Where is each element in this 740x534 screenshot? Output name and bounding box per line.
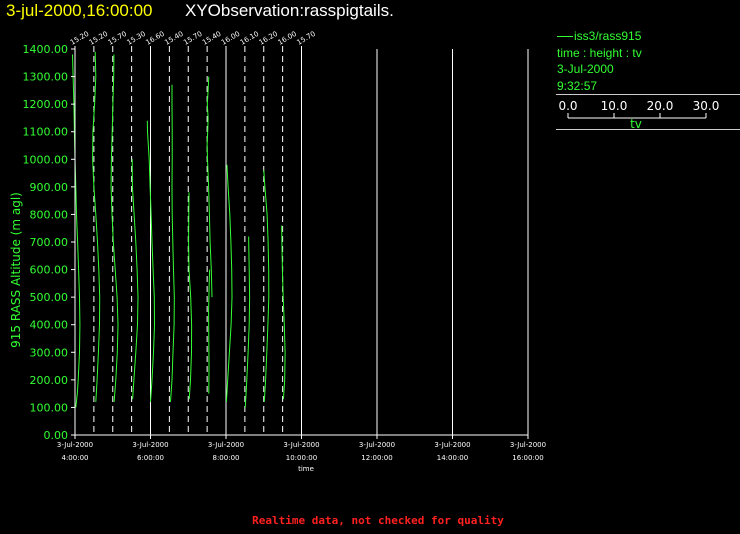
- x-tick-date-0: 3-Jul-2000: [57, 441, 93, 449]
- y-tick-label-4: 400.00: [30, 319, 69, 332]
- y-tick-label-11: 1100.00: [23, 126, 69, 139]
- profile-line-7: [208, 269, 211, 394]
- y-axis-ticks: 0.00100.00200.00300.00400.00500.00600.00…: [23, 43, 75, 442]
- y-tick-label-2: 200.00: [30, 374, 69, 387]
- x-tick-time-4: 12:00:00: [361, 454, 392, 462]
- y-tick-label-9: 900.00: [30, 181, 69, 194]
- base-label-1: 15.20: [88, 30, 109, 47]
- profile-line-10: [244, 236, 251, 408]
- base-label-10: 16.20: [258, 30, 279, 47]
- base-label-8: 16.00: [220, 30, 241, 47]
- legend-series-label: iss3/rass915: [574, 29, 642, 43]
- x-tick-date-5: 3-Jul-2000: [434, 441, 470, 449]
- y-tick-label-5: 500.00: [30, 291, 69, 304]
- profile-line-11: [263, 170, 270, 402]
- y-tick-label-1: 100.00: [30, 401, 69, 414]
- profile-line-5: [170, 84, 175, 402]
- y-tick-label-7: 700.00: [30, 236, 69, 249]
- legend-scale-tick-0: 0.0: [558, 99, 577, 113]
- y-tick-label-8: 800.00: [30, 208, 69, 221]
- x-tick-time-6: 16:00:00: [512, 454, 543, 462]
- legend-scale: 0.0 10.0 20.0 30.0 tv: [556, 95, 740, 131]
- legend-scale-tick-10: 10.0: [601, 99, 628, 113]
- base-label-11: 16.00: [277, 30, 298, 47]
- base-label-5: 15.40: [163, 30, 184, 47]
- y-tick-label-12: 1200.00: [23, 98, 69, 111]
- x-tick-time-0: 4:00:00: [62, 454, 89, 462]
- x-tick-date-2: 3-Jul-2000: [208, 441, 244, 449]
- x-tick-time-1: 6:00:00: [137, 454, 164, 462]
- x-tick-date-3: 3-Jul-2000: [283, 441, 319, 449]
- base-label-3: 15.30: [126, 30, 147, 47]
- profile-base-labels: 15.2015.2015.7015.3016.6015.4015.7015.40…: [69, 30, 317, 47]
- profile-line-0: [72, 54, 81, 408]
- y-tick-label-6: 600.00: [30, 264, 69, 277]
- x-axis-ticks: 3-Jul-2000 4:00:00 3-Jul-2000 6:00:00 3-Jul-…: [57, 435, 546, 462]
- y-axis-label: 915 RASS Altitude (m agl): [9, 192, 23, 348]
- profile-series: [72, 51, 286, 408]
- legend-panel: iss3/rass915 time : height : tv 3-Jul-20…: [556, 28, 740, 131]
- profile-line-12: [281, 225, 286, 400]
- base-label-2: 15.70: [107, 30, 128, 47]
- legend-series: iss3/rass915: [556, 28, 740, 45]
- base-label-12: 15.70: [296, 30, 317, 47]
- x-tick-time-2: 8:00:00: [213, 454, 240, 462]
- profile-line-2: [110, 54, 119, 402]
- y-tick-label-14: 1400.00: [23, 43, 69, 56]
- base-label-0: 15.20: [69, 30, 90, 47]
- y-tick-label-3: 300.00: [30, 346, 69, 359]
- base-label-9: 16.10: [239, 30, 260, 47]
- x-tick-time-3: 10:00:00: [286, 454, 317, 462]
- legend-line-swatch: [557, 36, 573, 38]
- legend-scale-graphic: 0.0 10.0 20.0 30.0 tv: [558, 99, 720, 131]
- base-label-6: 15.70: [182, 30, 203, 47]
- quality-disclaimer: Realtime data, not checked for quality: [252, 514, 504, 527]
- x-tick-date-6: 3-Jul-2000: [510, 441, 546, 449]
- profile-line-9: [225, 164, 233, 402]
- legend-axes: time : height : tv: [557, 45, 642, 60]
- legend-time: 9:32:57: [557, 78, 598, 93]
- base-label-4: 16.60: [145, 30, 166, 47]
- legend-scale-label: tv: [630, 117, 642, 129]
- profile-line-8: [206, 76, 213, 298]
- legend-scale-tick-20: 20.0: [647, 99, 674, 113]
- legend-date: 3-Jul-2000: [557, 62, 614, 76]
- legend-scale-tick-30: 30.0: [693, 99, 720, 113]
- y-tick-label-10: 1000.00: [23, 153, 69, 166]
- x-tick-time-5: 14:00:00: [437, 454, 468, 462]
- x-tick-date-1: 3-Jul-2000: [132, 441, 168, 449]
- profile-line-6: [188, 192, 193, 400]
- x-tick-date-4: 3-Jul-2000: [359, 441, 395, 449]
- x-axis-label: time: [298, 465, 314, 473]
- base-label-7: 15.40: [201, 30, 222, 47]
- y-tick-label-13: 1300.00: [23, 71, 69, 84]
- legend-divider-bottom: [556, 129, 740, 130]
- pigtail-chart: 15.2015.2015.7015.3016.6015.4015.7015.40…: [9, 30, 546, 473]
- profile-line-3: [131, 159, 139, 400]
